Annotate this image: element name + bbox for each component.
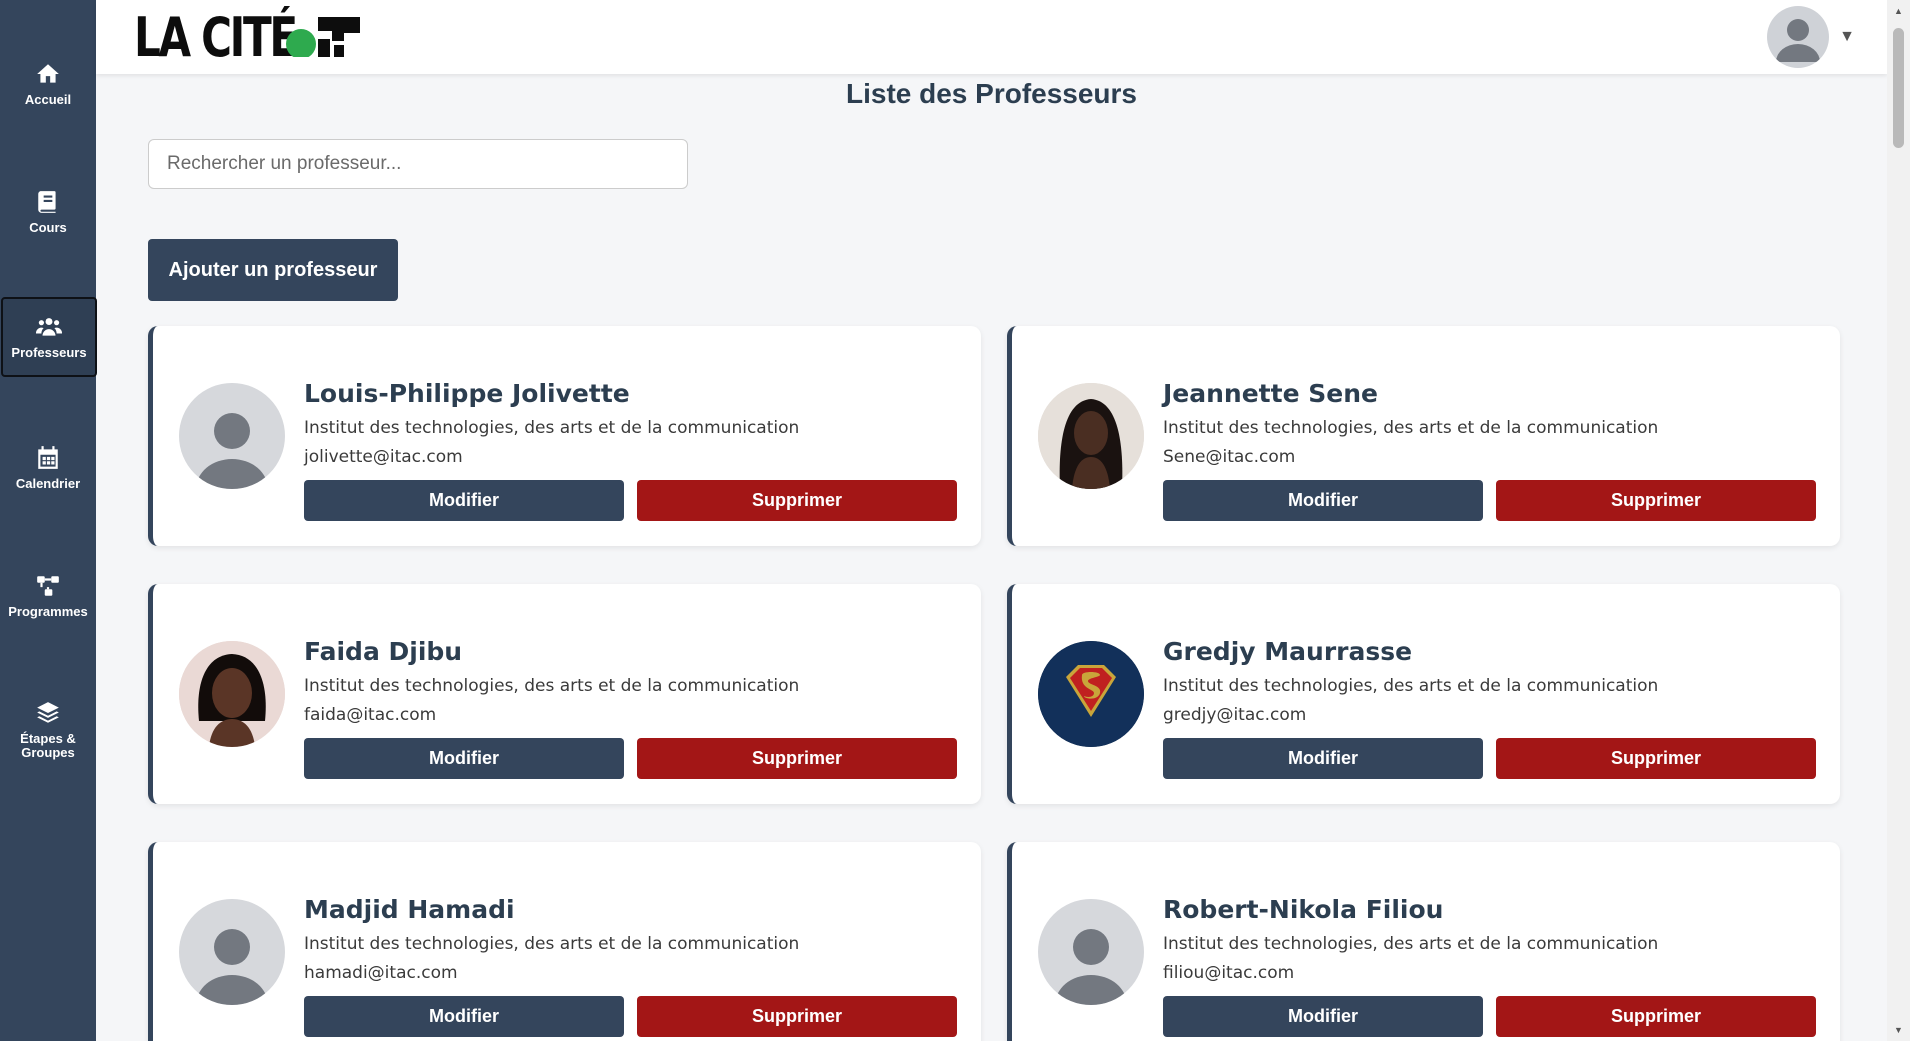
delete-button[interactable]: Supprimer: [1496, 738, 1816, 779]
professor-photo: [1038, 383, 1144, 489]
sidebar-item-programmes[interactable]: Programmes: [0, 556, 96, 636]
sidebar-item-label: Calendrier: [15, 476, 81, 491]
professor-card: Robert-Nikola Filiou Institut des techno…: [1007, 842, 1840, 1041]
delete-button[interactable]: Supprimer: [637, 996, 957, 1037]
layers-icon: [37, 702, 59, 723]
sidebar-item-accueil[interactable]: Accueil: [0, 44, 96, 124]
sidebar-item-label: Étapes & Groupes: [20, 731, 76, 760]
scroll-up-icon[interactable]: ▲: [1893, 6, 1904, 16]
edit-button[interactable]: Modifier: [1163, 480, 1483, 521]
professor-photo: [179, 641, 285, 747]
professor-institute: Institut des technologies, des arts et d…: [1163, 676, 1659, 696]
page-title: Liste des Professeurs: [845, 78, 1138, 109]
professor-email: filiou@itac.com: [1163, 963, 1295, 983]
professor-email: gredjy@itac.com: [1163, 705, 1307, 725]
professor-institute: Institut des technologies, des arts et d…: [1163, 418, 1659, 438]
professor-card: Jeannette Sene Institut des technologies…: [1007, 326, 1840, 546]
professor-name: Gredjy Maurrasse: [1163, 637, 1413, 666]
sidebar: Accueil Cours Professeurs Calendrier Pro…: [0, 0, 97, 1041]
professor-name: Madjid Hamadi: [304, 895, 515, 924]
delete-button[interactable]: Supprimer: [637, 480, 957, 521]
home-icon: [37, 64, 59, 83]
edit-button[interactable]: Modifier: [1163, 738, 1483, 779]
logo-mark-icon: [286, 17, 360, 57]
professor-card: Faida Djibu Institut des technologies, d…: [148, 584, 981, 804]
logo-text: LA CITÉ: [134, 5, 298, 69]
sidebar-item-cours[interactable]: Cours: [0, 172, 96, 252]
delete-button[interactable]: Supprimer: [1496, 996, 1816, 1037]
default-avatar-icon: [1038, 899, 1144, 1005]
user-menu[interactable]: ▼: [1767, 6, 1855, 68]
delete-button[interactable]: Supprimer: [1496, 480, 1816, 521]
calendar-icon: [38, 446, 58, 469]
sidebar-item-professeurs[interactable]: Professeurs: [1, 297, 97, 377]
scroll-down-icon[interactable]: ▼: [1893, 1025, 1904, 1035]
sidebar-item-label: Cours: [29, 220, 67, 235]
top-header: LA CITÉ ▼: [96, 0, 1887, 74]
professor-name: Faida Djibu: [304, 637, 463, 666]
sitemap-icon: [37, 576, 59, 596]
search-input[interactable]: [148, 139, 688, 189]
professor-institute: Institut des technologies, des arts et d…: [1163, 934, 1659, 954]
edit-button[interactable]: Modifier: [304, 738, 624, 779]
professor-email: jolivette@itac.com: [304, 447, 463, 467]
professor-email: hamadi@itac.com: [304, 963, 458, 983]
user-avatar-icon[interactable]: [1767, 6, 1830, 68]
edit-button[interactable]: Modifier: [304, 480, 624, 521]
edit-button[interactable]: Modifier: [304, 996, 624, 1037]
professor-name: Robert-Nikola Filiou: [1163, 895, 1444, 924]
professor-name: Louis-Philippe Jolivette: [304, 379, 630, 408]
sidebar-item-calendrier[interactable]: Calendrier: [0, 428, 96, 508]
chevron-down-icon[interactable]: ▼: [1839, 28, 1855, 46]
delete-button[interactable]: Supprimer: [637, 738, 957, 779]
professor-email: faida@itac.com: [304, 705, 437, 725]
default-avatar-icon: [179, 899, 285, 1005]
edit-button[interactable]: Modifier: [1163, 996, 1483, 1037]
professor-institute: Institut des technologies, des arts et d…: [304, 934, 800, 954]
professor-email: Sene@itac.com: [1163, 447, 1296, 467]
page-scrollbar[interactable]: ▲ ▼: [1887, 0, 1910, 1041]
default-avatar-icon: [179, 383, 285, 489]
scroll-thumb[interactable]: [1893, 28, 1904, 148]
professor-card: Madjid Hamadi Institut des technologies,…: [148, 842, 981, 1041]
professor-name: Jeannette Sene: [1163, 379, 1378, 408]
sidebar-item-label: Professeurs: [11, 345, 87, 360]
add-professor-button[interactable]: Ajouter un professeur: [148, 239, 398, 301]
sidebar-item-label: Accueil: [24, 92, 72, 107]
professor-institute: Institut des technologies, des arts et d…: [304, 676, 800, 696]
professor-card: Gredjy Maurrasse Institut des technologi…: [1007, 584, 1840, 804]
users-icon: [36, 318, 62, 336]
sidebar-item-etapes-groupes[interactable]: Étapes & Groupes: [0, 690, 96, 770]
professor-card: Louis-Philippe Jolivette Institut des te…: [148, 326, 981, 546]
book-icon: [38, 191, 56, 213]
sidebar-item-label: Programmes: [8, 604, 88, 619]
professor-institute: Institut des technologies, des arts et d…: [304, 418, 800, 438]
superman-logo-icon: [1038, 641, 1144, 747]
